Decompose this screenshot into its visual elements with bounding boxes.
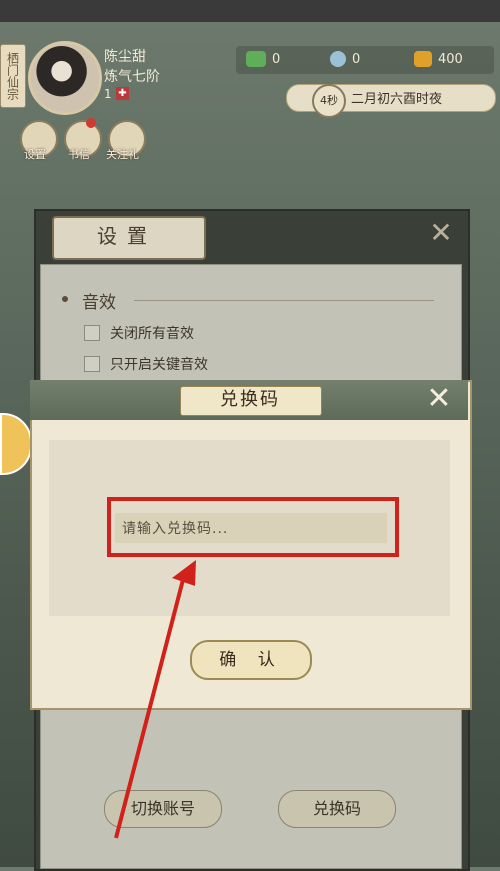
status-bar xyxy=(0,0,500,22)
resource-cross[interactable]: 400 xyxy=(414,51,463,67)
plus-badge-icon[interactable]: ✚ xyxy=(116,87,129,100)
resource-cross-value: 400 xyxy=(438,51,463,67)
redeem-code-button[interactable]: 兑换码 xyxy=(278,790,396,828)
letters-menu-label[interactable]: 书信 xyxy=(68,146,90,162)
close-icon[interactable]: ✕ xyxy=(422,382,456,416)
sect-badge[interactable]: 栖门仙宗 xyxy=(0,44,26,108)
side-menu-tab[interactable] xyxy=(0,413,32,475)
confirm-button[interactable]: 确 认 xyxy=(190,640,312,680)
resource-coin[interactable]: 0 xyxy=(330,51,360,67)
mute-all-checkbox[interactable] xyxy=(84,325,100,341)
resource-coin-value: 0 xyxy=(352,51,361,67)
cross-icon xyxy=(414,51,432,67)
countdown-badge: 4秒 xyxy=(312,84,346,118)
player-level: 1 xyxy=(104,87,112,101)
divider xyxy=(134,300,434,301)
avatar[interactable] xyxy=(28,41,102,115)
resource-jade-value: 0 xyxy=(272,51,281,67)
player-name: 陈尘甜 xyxy=(104,49,146,65)
notification-dot xyxy=(86,118,96,128)
mute-all-label: 关闭所有音效 xyxy=(110,326,194,342)
settings-close-icon[interactable]: ✕ xyxy=(426,218,456,248)
time-label: 二月初六酉时夜 xyxy=(351,92,443,107)
section-bullet xyxy=(62,296,68,302)
player-realm: 炼气七阶 xyxy=(104,69,160,85)
key-sound-label: 只开启关键音效 xyxy=(110,357,208,373)
jade-icon xyxy=(246,51,266,67)
coin-icon xyxy=(330,51,346,67)
settings-title: 设置 xyxy=(97,224,157,248)
sound-section-label: 音效 xyxy=(82,293,116,313)
follow-gift-label[interactable]: 关注礼 xyxy=(106,146,139,162)
dialog-title: 兑换码 xyxy=(220,389,280,410)
key-sound-checkbox[interactable] xyxy=(84,356,100,372)
highlight-box xyxy=(107,497,399,557)
settings-menu-label[interactable]: 设置 xyxy=(24,146,46,162)
switch-account-button[interactable]: 切换账号 xyxy=(104,790,222,828)
resource-jade[interactable]: 0 xyxy=(246,51,280,67)
